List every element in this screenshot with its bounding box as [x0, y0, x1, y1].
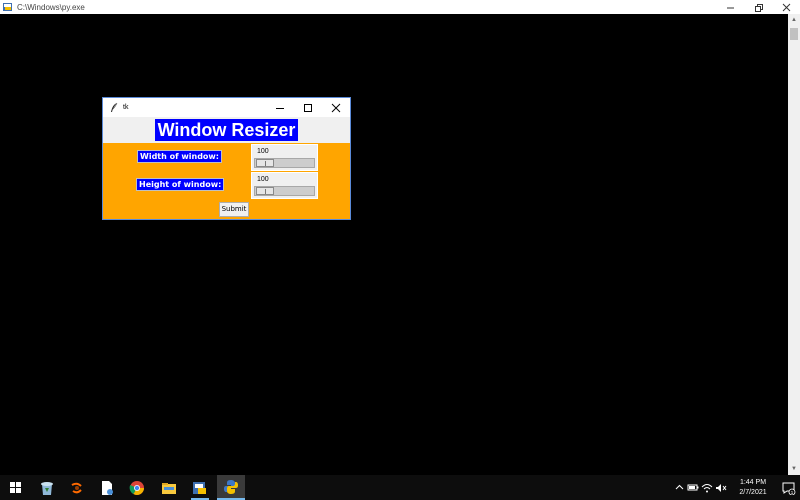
- battery-icon: [687, 484, 699, 491]
- volume-button[interactable]: [714, 475, 728, 500]
- taskbar-app-chrome[interactable]: [123, 475, 151, 500]
- console-output-area: [0, 14, 788, 475]
- taskbar-app-file-explorer[interactable]: [155, 475, 183, 500]
- notification-center-button[interactable]: 1: [778, 475, 800, 500]
- width-slider-trough[interactable]: [254, 158, 315, 168]
- console-restore-button[interactable]: [744, 0, 772, 14]
- taskbar-app-python-launcher[interactable]: [217, 475, 245, 500]
- taskbar-app-recycle-bin[interactable]: [33, 475, 61, 500]
- firefox-dev-icon: [71, 482, 82, 493]
- width-label: Width of window:: [137, 150, 222, 163]
- recycle-bin-icon: [41, 481, 53, 495]
- wifi-icon: [701, 483, 713, 492]
- tk-maximize-button[interactable]: [294, 98, 322, 117]
- tk-close-button[interactable]: [322, 98, 350, 117]
- volume-icon: [716, 483, 727, 492]
- width-value: 100: [257, 148, 269, 155]
- clock-time: 1:44 PM: [739, 478, 767, 486]
- minimize-icon: [726, 7, 734, 8]
- scroll-up-arrow[interactable]: ▲: [788, 14, 800, 26]
- tk-window-title: tk: [123, 104, 129, 111]
- minimize-icon: [276, 107, 284, 109]
- console-titlebar[interactable]: C:\Windows\py.exe: [0, 0, 800, 14]
- file-document-icon: [102, 480, 113, 495]
- console-scrollbar[interactable]: ▲ ▼: [788, 14, 800, 475]
- console-minimize-button[interactable]: [716, 0, 744, 14]
- height-slider-handle[interactable]: [256, 187, 274, 195]
- start-button[interactable]: [5, 475, 27, 500]
- submit-button[interactable]: Submit: [219, 202, 249, 217]
- taskbar: 1:44 PM 2/7/2021 1: [0, 475, 800, 500]
- show-hidden-icons-button[interactable]: [672, 475, 686, 500]
- maximize-icon: [304, 103, 312, 112]
- clock[interactable]: 1:44 PM 2/7/2021: [728, 478, 778, 498]
- python-launcher-icon: [3, 3, 12, 11]
- notification-icon: 1: [782, 482, 796, 495]
- python-idle-icon: [193, 481, 206, 494]
- battery-button[interactable]: [686, 475, 700, 500]
- taskbar-app-document[interactable]: [93, 475, 121, 500]
- tk-minimize-button[interactable]: [266, 98, 294, 117]
- scrollbar-thumb[interactable]: [790, 28, 798, 40]
- taskbar-app-firefox-dev[interactable]: [63, 475, 91, 500]
- python-launcher-icon: [224, 479, 238, 494]
- tk-feather-icon: [111, 102, 118, 112]
- tk-titlebar[interactable]: tk: [103, 98, 350, 117]
- height-slider-trough[interactable]: [254, 186, 315, 196]
- width-scale[interactable]: 100: [251, 144, 318, 171]
- close-icon: [782, 3, 790, 11]
- system-tray: 1:44 PM 2/7/2021 1: [672, 475, 800, 500]
- file-explorer-icon: [162, 482, 176, 494]
- height-scale[interactable]: 100: [251, 172, 318, 199]
- heading-row: Window Resizer: [103, 117, 350, 143]
- orange-panel: Width of window: 100 Height of window: 1…: [103, 143, 350, 219]
- console-title: C:\Windows\py.exe: [17, 2, 85, 12]
- scroll-down-arrow[interactable]: ▼: [788, 463, 800, 475]
- width-slider-handle[interactable]: [256, 159, 274, 167]
- close-icon: [331, 103, 341, 112]
- chrome-icon: [129, 480, 144, 495]
- tk-window: tk Window Resizer Width of window: 100 H…: [102, 97, 351, 220]
- height-label: Height of window:: [136, 178, 225, 191]
- page-title: Window Resizer: [154, 119, 299, 141]
- restore-icon: [754, 3, 763, 12]
- windows-logo-icon: [10, 481, 22, 494]
- height-value: 100: [257, 176, 269, 183]
- wifi-button[interactable]: [700, 475, 714, 500]
- chevron-up-icon: [675, 484, 683, 490]
- clock-date: 2/7/2021: [739, 488, 767, 496]
- console-close-button[interactable]: [772, 0, 800, 14]
- taskbar-app-python-idle[interactable]: [186, 475, 214, 500]
